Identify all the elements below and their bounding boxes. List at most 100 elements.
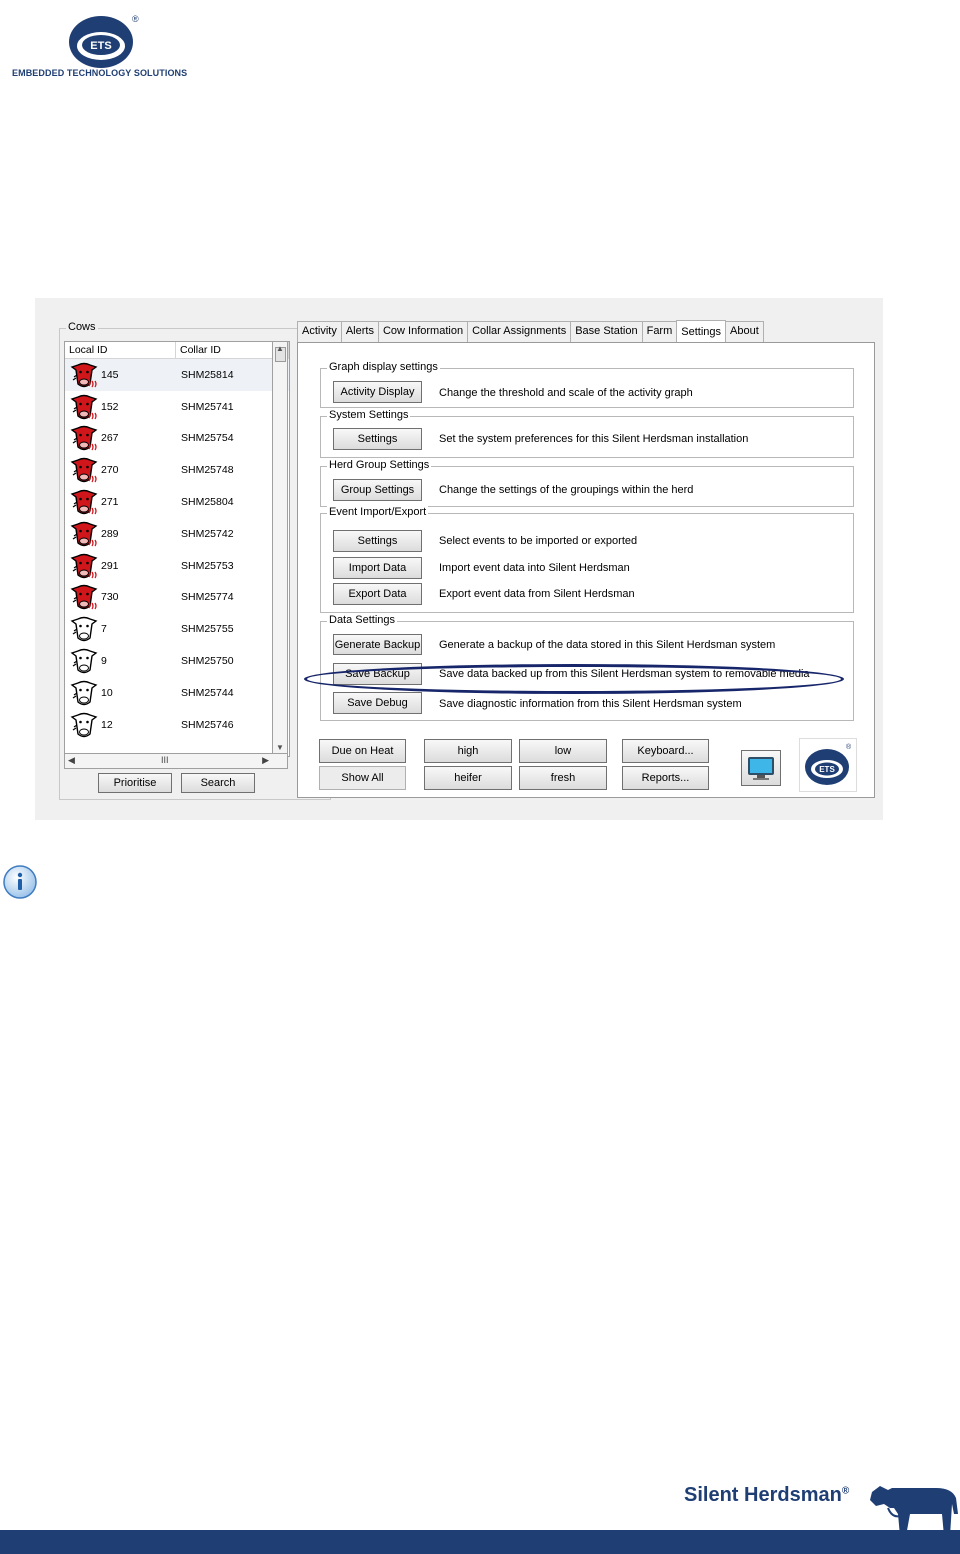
due-on-heat-button[interactable]: Due on Heat bbox=[319, 739, 406, 763]
cow-local-id: 10 bbox=[101, 686, 113, 699]
monitor-button[interactable] bbox=[741, 750, 781, 786]
event-settings-button[interactable]: Settings bbox=[333, 530, 422, 552]
keyboard-button[interactable]: Keyboard... bbox=[622, 739, 709, 763]
fresh-filter-button[interactable]: fresh bbox=[519, 766, 607, 790]
scroll-right-arrow-icon[interactable]: ▶ bbox=[262, 755, 269, 766]
group-settings-description: Change the settings of the groupings wit… bbox=[439, 484, 694, 496]
cow-list[interactable]: Local ID Collar ID 145 SHM25814 152 SHM2574… bbox=[64, 341, 290, 757]
cow-list-row[interactable]: 730 SHM25774 bbox=[65, 582, 289, 614]
tab-alerts[interactable]: Alerts bbox=[340, 321, 379, 342]
cow-list-vertical-scrollbar[interactable]: ▲ ▼ bbox=[272, 341, 288, 755]
cow-list-row[interactable]: 289 SHM25742 bbox=[65, 518, 289, 550]
heifer-filter-button[interactable]: heifer bbox=[424, 766, 512, 790]
tab-base-station[interactable]: Base Station bbox=[570, 321, 643, 342]
cow-alert-icon bbox=[67, 423, 101, 453]
cow-list-row[interactable]: 152 SHM25741 bbox=[65, 391, 289, 423]
cow-alert-icon bbox=[67, 392, 101, 422]
export-data-button[interactable]: Export Data bbox=[333, 583, 422, 605]
cow-normal-icon bbox=[67, 678, 101, 708]
system-settings-button[interactable]: Settings bbox=[333, 428, 422, 450]
cow-list-row[interactable]: 7 SHM25755 bbox=[65, 613, 289, 645]
tab-collar-assignments[interactable]: Collar Assignments bbox=[467, 321, 572, 342]
tab-about[interactable]: About bbox=[725, 321, 764, 342]
scroll-grip-icon[interactable]: III bbox=[161, 755, 169, 765]
system-settings-title: System Settings bbox=[327, 409, 411, 421]
cows-group: Cows Local ID Collar ID 145 SHM25814 152 SH… bbox=[59, 321, 331, 800]
cow-collar-id: SHM25754 bbox=[181, 432, 234, 445]
export-data-description: Export event data from Silent Herdsman bbox=[439, 588, 635, 600]
cow-collar-id: SHM25774 bbox=[181, 591, 234, 604]
cow-collar-id: SHM25742 bbox=[181, 527, 234, 540]
cow-local-id: 289 bbox=[101, 527, 119, 540]
tab-cow-information[interactable]: Cow Information bbox=[377, 321, 469, 342]
cow-normal-icon bbox=[67, 710, 101, 740]
ets-caption: EMBEDDED TECHNOLOGY SOLUTIONS bbox=[12, 68, 188, 78]
activity-display-button[interactable]: Activity Display bbox=[333, 381, 422, 403]
tab-settings[interactable]: Settings bbox=[676, 320, 727, 343]
cow-normal-icon bbox=[67, 646, 101, 676]
info-icon bbox=[2, 864, 38, 905]
cow-list-row[interactable]: 10 SHM25744 bbox=[65, 677, 289, 709]
reports-button[interactable]: Reports... bbox=[622, 766, 709, 790]
footer-brand: Silent Herdsman® bbox=[684, 1484, 849, 1507]
scroll-down-arrow-icon[interactable]: ▼ bbox=[276, 743, 284, 752]
generate-backup-button[interactable]: Generate Backup bbox=[333, 634, 422, 655]
footer-bar bbox=[0, 1530, 960, 1554]
cow-list-row[interactable]: 271 SHM25804 bbox=[65, 486, 289, 518]
cow-collar-id: SHM25755 bbox=[181, 623, 234, 636]
cow-list-row[interactable]: 12 SHM25746 bbox=[65, 709, 289, 741]
cow-alert-icon bbox=[67, 487, 101, 517]
cow-local-id: 7 bbox=[101, 623, 107, 636]
prioritise-button[interactable]: Prioritise bbox=[98, 773, 172, 793]
cow-collar-id: SHM25744 bbox=[181, 686, 234, 699]
cow-list-row[interactable]: 9 SHM25750 bbox=[65, 645, 289, 677]
import-data-description: Import event data into Silent Herdsman bbox=[439, 562, 630, 574]
cow-collar-id: SHM25748 bbox=[181, 464, 234, 477]
cow-list-row[interactable]: 145 SHM25814 bbox=[65, 359, 289, 391]
system-settings-description: Set the system preferences for this Sile… bbox=[439, 433, 749, 445]
event-settings-description: Select events to be imported or exported bbox=[439, 535, 638, 547]
show-all-button[interactable]: Show All bbox=[319, 766, 406, 790]
ets-logo-icon: ETS ® bbox=[69, 14, 139, 68]
event-import-export-title: Event Import/Export bbox=[327, 506, 429, 518]
registered-mark: ® bbox=[132, 14, 139, 24]
cow-collar-id: SHM25804 bbox=[181, 496, 234, 509]
scroll-left-arrow-icon[interactable]: ◀ bbox=[68, 755, 75, 766]
cow-list-row[interactable]: 267 SHM25754 bbox=[65, 423, 289, 455]
system-settings-group: System Settings Settings Set the system … bbox=[320, 409, 854, 458]
save-debug-button[interactable]: Save Debug bbox=[333, 692, 422, 714]
tab-activity[interactable]: Activity bbox=[297, 321, 342, 342]
event-import-export-group: Event Import/Export Settings Select even… bbox=[320, 506, 854, 613]
cow-collar-id: SHM25814 bbox=[181, 368, 234, 381]
cow-list-row[interactable]: 270 SHM25748 bbox=[65, 454, 289, 486]
tab-farm[interactable]: Farm bbox=[641, 321, 678, 342]
cow-alert-icon bbox=[67, 519, 101, 549]
activity-display-description: Change the threshold and scale of the ac… bbox=[439, 387, 693, 399]
import-data-button[interactable]: Import Data bbox=[333, 557, 422, 579]
search-button[interactable]: Search bbox=[181, 773, 255, 793]
low-filter-button[interactable]: low bbox=[519, 739, 607, 763]
cow-list-horizontal-scrollbar[interactable]: ◀ III ▶ bbox=[64, 753, 288, 769]
cow-list-header: Local ID Collar ID bbox=[65, 342, 289, 359]
graph-settings-group: Graph display settings Activity Display … bbox=[320, 361, 854, 408]
save-debug-description: Save diagnostic information from this Si… bbox=[439, 698, 742, 710]
cow-alert-icon bbox=[67, 582, 101, 612]
silent-herdsman-window: Cows Local ID Collar ID 145 SHM25814 152 SH… bbox=[35, 298, 883, 820]
column-local-id[interactable]: Local ID bbox=[65, 342, 176, 358]
cow-local-id: 291 bbox=[101, 559, 119, 572]
high-filter-button[interactable]: high bbox=[424, 739, 512, 763]
save-backup-highlight-ring bbox=[304, 664, 844, 694]
herd-group-settings-title: Herd Group Settings bbox=[327, 459, 432, 471]
scroll-up-arrow-icon[interactable]: ▲ bbox=[276, 344, 284, 353]
cow-list-row[interactable]: 291 SHM25753 bbox=[65, 550, 289, 582]
cow-local-id: 267 bbox=[101, 432, 119, 445]
cows-group-title: Cows bbox=[66, 321, 98, 333]
cow-rows: 145 SHM25814 152 SHM25741 267 SHM25754 270 SHM2… bbox=[65, 359, 289, 741]
cow-collar-id: SHM25741 bbox=[181, 400, 234, 413]
ets-small-logo: ETS ® bbox=[799, 738, 857, 792]
ets-logo: ETS ® EMBEDDED TECHNOLOGY SOLUTIONS bbox=[10, 8, 200, 83]
ets-logo-text: ETS bbox=[90, 40, 111, 52]
cow-local-id: 12 bbox=[101, 718, 113, 731]
cow-alert-icon bbox=[67, 455, 101, 485]
group-settings-button[interactable]: Group Settings bbox=[333, 479, 422, 501]
